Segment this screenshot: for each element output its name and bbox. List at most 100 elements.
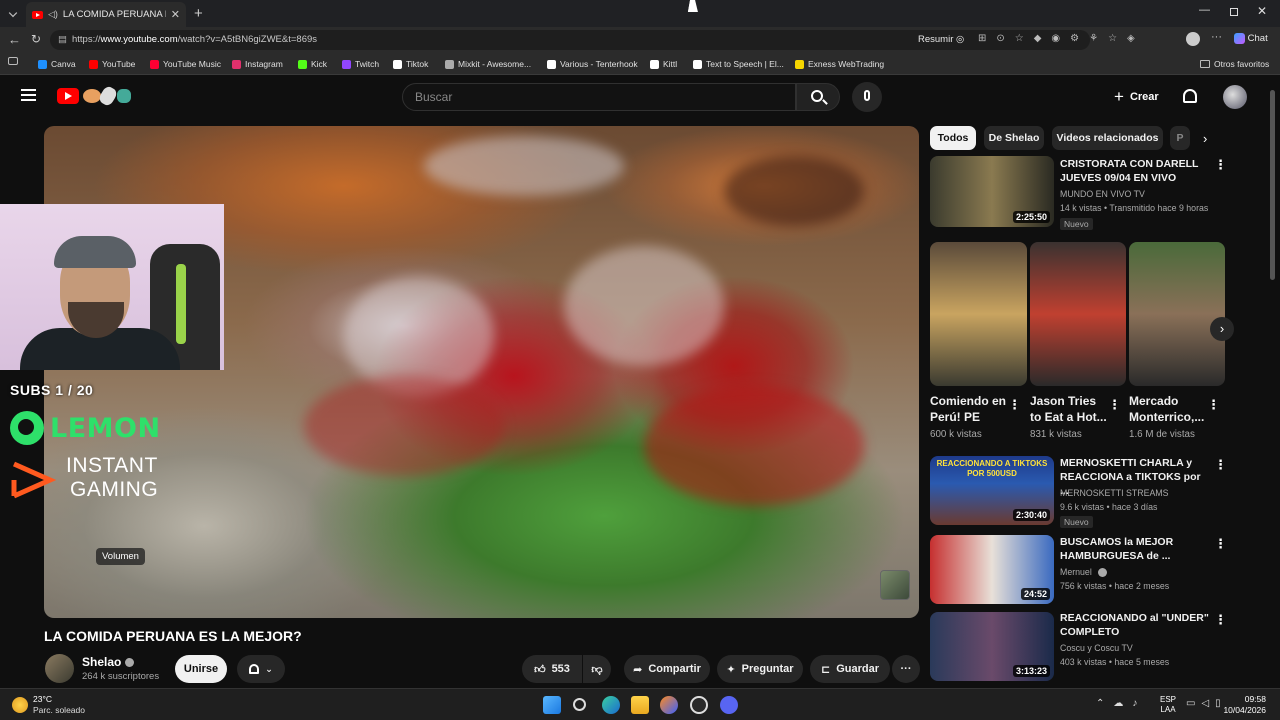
close-tab-icon[interactable]: ✕: [171, 8, 180, 21]
like-button[interactable]: 👍︎ 553: [522, 655, 582, 683]
video-title[interactable]: CRISTORATA CON DARELL JUEVES 09/04 EN VI…: [1060, 157, 1210, 185]
obs-icon[interactable]: [690, 696, 708, 714]
bookmark-item[interactable]: Canva: [38, 57, 76, 71]
edge-icon[interactable]: [602, 696, 620, 714]
channel-name[interactable]: Mernuel: [1060, 566, 1108, 579]
collections-icon[interactable]: [8, 57, 18, 65]
more-options-icon[interactable]: ⋮: [1214, 613, 1227, 627]
bookmark-item[interactable]: Text to Speech | El...: [693, 57, 784, 71]
system-tray-icons[interactable]: ⌃☁♪: [1096, 698, 1146, 709]
bookmark-item[interactable]: YouTube: [89, 57, 135, 71]
new-tab-button[interactable]: +: [194, 5, 203, 22]
video-thumbnail[interactable]: 3:13:23: [930, 612, 1054, 681]
short-title[interactable]: Jason Tries to Eat a Hot...: [1030, 393, 1110, 425]
video-duration: 2:30:40: [1012, 509, 1050, 521]
chip-more[interactable]: P: [1170, 126, 1190, 150]
more-options-icon[interactable]: ⋮: [1214, 158, 1227, 172]
bookmark-item[interactable]: Exness WebTrading: [795, 57, 884, 71]
join-button[interactable]: Unirse: [175, 655, 227, 683]
video-thumbnail[interactable]: 24:52: [930, 535, 1054, 604]
refresh-icon[interactable]: ↻: [31, 32, 41, 46]
extension-icons[interactable]: ⊞⊙☆◆◉⚙⚘☆◈: [978, 33, 1145, 44]
chip-todos[interactable]: Todos: [930, 126, 976, 150]
bookmark-item[interactable]: Kittl: [650, 57, 677, 71]
bookmark-item[interactable]: Instagram: [232, 57, 283, 71]
other-favorites[interactable]: Otros favoritos: [1200, 57, 1269, 71]
speaker-icon[interactable]: ◁): [48, 9, 58, 20]
app-icon[interactable]: [660, 696, 678, 714]
clock-date: 10/04/2026: [1223, 705, 1266, 715]
minimize-button[interactable]: —: [1199, 4, 1210, 16]
copilot-button[interactable]: Chat: [1234, 33, 1268, 44]
lemon-sponsor-logo: LEMON: [10, 410, 161, 446]
hamburger-menu-icon[interactable]: [21, 89, 36, 101]
channel-name[interactable]: MUNDO EN VIVO TV: [1060, 188, 1145, 201]
video-title[interactable]: REACCIONANDO al "UNDER" COMPLETO: [1060, 611, 1210, 639]
tab-actions-icon[interactable]: [8, 8, 18, 18]
video-title[interactable]: BUSCAMOS la MEJOR HAMBURGUESA de ...: [1060, 535, 1210, 563]
short-title[interactable]: Mercado Monterrico,...: [1129, 393, 1209, 425]
chip-videos-relacionados[interactable]: Videos relacionados: [1052, 126, 1163, 150]
ask-button[interactable]: ✦ Preguntar: [717, 655, 803, 683]
bookmark-item[interactable]: Various - Tenterhook: [547, 57, 638, 71]
share-button[interactable]: ➦ Compartir: [624, 655, 710, 683]
file-explorer-icon[interactable]: [631, 696, 649, 714]
language-indicator[interactable]: ESP LAA: [1160, 695, 1176, 715]
short-thumbnail[interactable]: [1030, 242, 1126, 386]
bookmark-item[interactable]: YouTube Music: [150, 57, 221, 71]
create-button[interactable]: + Crear: [1106, 83, 1167, 111]
clock[interactable]: 09:58 10/04/2026: [1222, 694, 1266, 716]
subscription-bell-button[interactable]: ⌄: [237, 655, 285, 683]
channel-name[interactable]: Coscu y Coscu TV: [1060, 642, 1133, 655]
more-menu-icon[interactable]: ···: [1211, 31, 1222, 43]
notifications-bell-icon[interactable]: [1183, 89, 1197, 103]
resumir-button[interactable]: Resumir ◎: [918, 34, 964, 45]
more-options-icon[interactable]: ⋮: [1214, 458, 1227, 472]
youtube-logo[interactable]: [57, 84, 133, 108]
network-volume-battery-icons[interactable]: ▭◁▯: [1186, 698, 1227, 709]
search-input[interactable]: Buscar: [402, 83, 796, 111]
chevron-down-icon: ⌄: [265, 663, 273, 674]
more-options-icon[interactable]: ⋮: [1108, 398, 1121, 412]
video-thumbnail[interactable]: 2:25:50: [930, 156, 1054, 227]
short-thumbnail[interactable]: [1129, 242, 1225, 386]
account-avatar[interactable]: [1223, 85, 1247, 109]
bookmark-label: YouTube: [102, 59, 136, 69]
channel-name[interactable]: Shelao: [82, 655, 135, 669]
more-options-icon[interactable]: ⋮: [1214, 537, 1227, 551]
more-options-icon[interactable]: ⋮: [1207, 398, 1220, 412]
profile-avatar[interactable]: [1186, 32, 1200, 46]
bookmark-item[interactable]: Twitch: [342, 57, 379, 71]
address-bar: ← ↻ ▤ https://www.youtube.com/watch?v=A5…: [0, 27, 1280, 53]
channel-name[interactable]: MERNOSKETTI STREAMS: [1060, 487, 1169, 500]
bookmark-item[interactable]: Kick: [298, 57, 327, 71]
back-icon[interactable]: ←: [8, 32, 21, 47]
bookmark-item[interactable]: Mixkit - Awesome...: [445, 57, 531, 71]
close-window-button[interactable]: ✕: [1257, 4, 1267, 18]
weather-widget[interactable]: 23°C Parc. soleado: [12, 694, 112, 716]
discord-icon[interactable]: [720, 696, 738, 714]
short-title[interactable]: Comiendo en Perú! PE: [930, 393, 1010, 425]
chips-next-icon[interactable]: ›: [1203, 131, 1207, 146]
channel-avatar[interactable]: [45, 654, 74, 683]
more-options-icon[interactable]: ⋮: [1008, 398, 1021, 412]
channel-watermark[interactable]: [880, 570, 910, 600]
voice-search-button[interactable]: [852, 82, 882, 112]
more-actions-button[interactable]: ···: [892, 655, 920, 683]
browser-tab[interactable]: ◁) LA COMIDA PERUANA ES LA MEJOR ✕: [26, 2, 186, 27]
page-scrollbar[interactable]: [1270, 90, 1275, 280]
search-icon[interactable]: [573, 698, 586, 711]
bookmark-item[interactable]: Tiktok: [393, 57, 428, 71]
save-button[interactable]: ⊏ Guardar: [810, 655, 890, 683]
search-button[interactable]: [796, 83, 840, 111]
maximize-button[interactable]: [1230, 8, 1238, 16]
dislike-button[interactable]: 👎︎: [583, 655, 611, 683]
video-duration: 2:25:50: [1012, 211, 1050, 223]
video-thumbnail[interactable]: REACCIONANDO A TIKTOKS POR 500USD 2:30:4…: [930, 456, 1054, 525]
bookmarks-bar: Canva YouTube YouTube Music Instagram Kick Tw…: [0, 53, 1280, 75]
shorts-next-button[interactable]: ›: [1210, 317, 1234, 341]
chip-de-shelao[interactable]: De Shelao: [984, 126, 1044, 150]
short-thumbnail[interactable]: [930, 242, 1027, 386]
youtube-favicon-icon: [32, 10, 43, 19]
start-menu-icon[interactable]: [543, 696, 561, 714]
